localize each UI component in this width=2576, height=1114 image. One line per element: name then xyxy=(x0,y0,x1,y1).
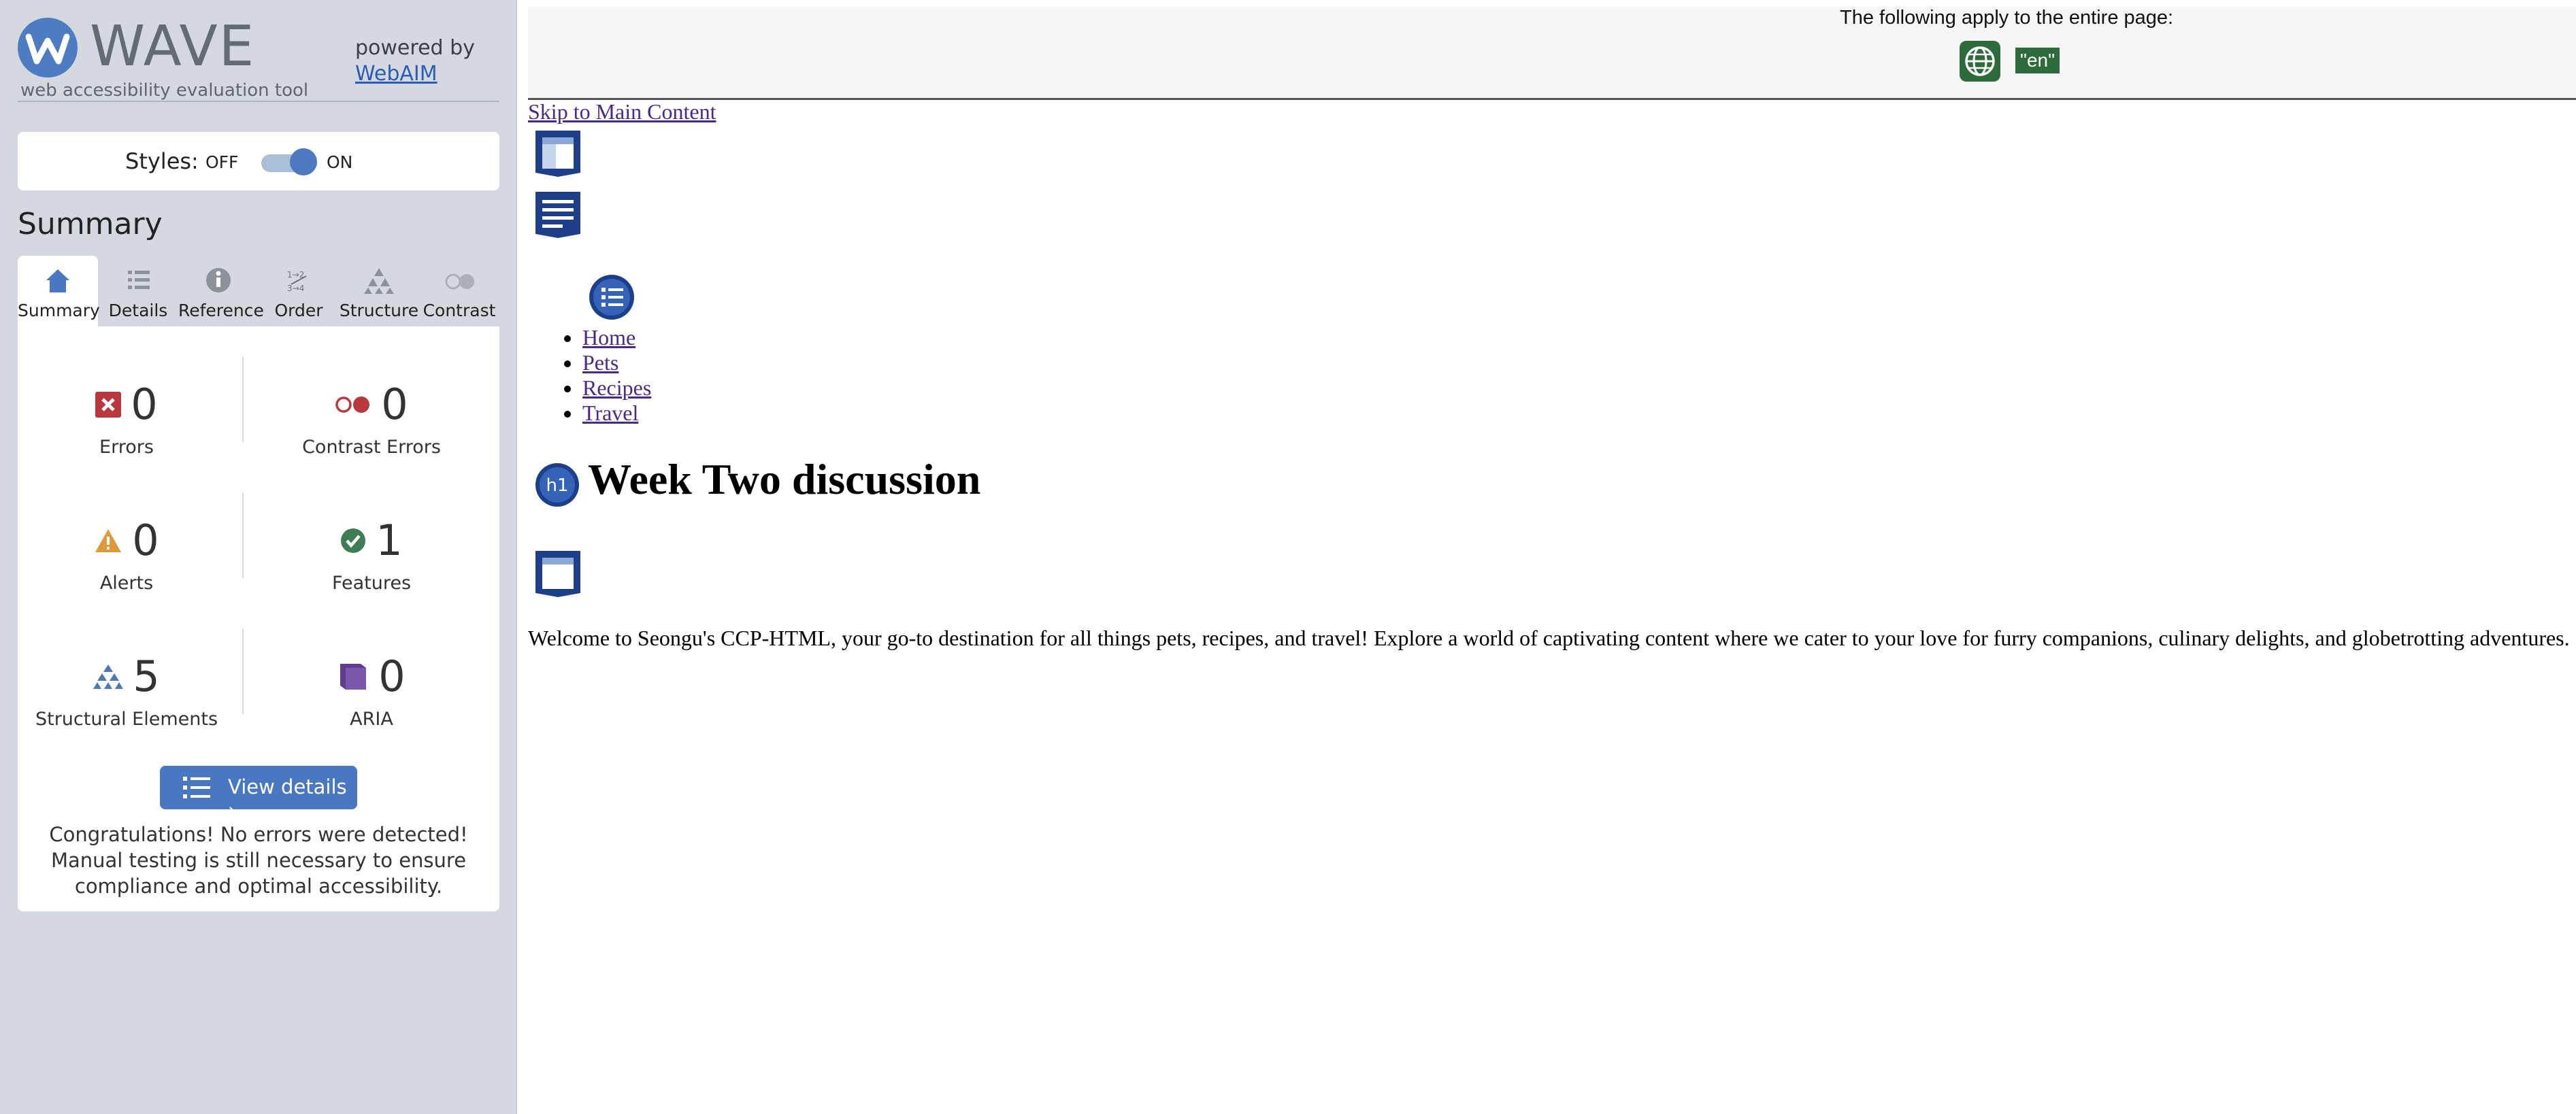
order-icon: 1→2 3→4 xyxy=(259,265,339,295)
h1-badge-text: h1 xyxy=(546,475,568,496)
wave-logo-icon xyxy=(18,18,78,78)
stat-structural-elements[interactable]: 5 Structural Elements xyxy=(18,653,235,730)
toggle-knob xyxy=(290,148,317,175)
tab-summary-label: Summary xyxy=(18,301,100,320)
stat-contrast-errors[interactable]: 0 Contrast Errors xyxy=(263,381,480,458)
feature-check-icon xyxy=(341,528,366,553)
intro-paragraph: Welcome to Seongu's CCP-HTML, your go-to… xyxy=(528,626,2570,650)
tab-order[interactable]: 1→2 3→4 Order xyxy=(259,256,339,326)
tab-summary[interactable]: Summary xyxy=(18,256,100,326)
stat-alerts[interactable]: 0 Alerts xyxy=(18,517,235,594)
tab-details-label: Details xyxy=(108,301,168,320)
wave-sidebar: WAVE web accessibility evaluation tool p… xyxy=(0,0,517,1114)
errors-count: 0 xyxy=(131,379,158,429)
site-navigation: Home Pets Recipes Travel xyxy=(563,325,651,426)
stat-errors[interactable]: 0 Errors xyxy=(18,381,235,458)
divider xyxy=(242,492,244,578)
nav-link-home[interactable]: Home xyxy=(582,325,635,350)
divider xyxy=(242,356,244,442)
nav-link-travel[interactable]: Travel xyxy=(582,401,638,425)
styles-on-label: ON xyxy=(327,152,353,172)
structure-icon xyxy=(93,664,124,689)
nav-link-pets[interactable]: Pets xyxy=(582,350,618,375)
wave-logo-subtitle: web accessibility evaluation tool xyxy=(20,80,309,101)
summary-panel: 0 Errors 0 Contrast Errors 0 Alerts 1 Fe… xyxy=(18,326,499,911)
tab-bar: Summary Details Reference 1→2 3→4 Order … xyxy=(18,256,499,326)
styles-off-label: OFF xyxy=(205,152,239,172)
nav-link-recipes[interactable]: Recipes xyxy=(582,375,651,400)
structural-count: 5 xyxy=(133,652,160,701)
heading-h1-icon[interactable]: h1 xyxy=(535,462,580,507)
styles-toggle[interactable] xyxy=(260,148,320,175)
nav-item-home: Home xyxy=(563,325,651,350)
stat-aria[interactable]: 0 ARIA xyxy=(263,653,480,730)
unordered-list-icon[interactable] xyxy=(588,273,635,321)
page-wide-annotations: The following apply to the entire page: … xyxy=(528,7,2576,100)
tab-reference-label: Reference xyxy=(178,301,264,320)
contrast-errors-label: Contrast Errors xyxy=(302,437,441,458)
webaim-link[interactable]: WebAIM xyxy=(355,62,437,86)
features-label: Features xyxy=(331,573,412,594)
errors-label: Errors xyxy=(99,437,154,458)
tab-reference[interactable]: Reference xyxy=(178,256,264,326)
language-badge[interactable]: "en" xyxy=(2015,48,2060,73)
nav-item-recipes: Recipes xyxy=(563,375,651,401)
summary-message: Congratulations! No errors were detected… xyxy=(49,823,468,898)
view-details-label: View details › xyxy=(228,775,347,822)
aria-icon xyxy=(340,664,367,690)
page-wide-label: The following apply to the entire page: xyxy=(1840,7,2174,29)
alerts-label: Alerts xyxy=(99,573,154,594)
aria-count: 0 xyxy=(378,652,406,701)
language-globe-icon[interactable] xyxy=(1960,41,2000,82)
skip-to-main-link[interactable]: Skip to Main Content xyxy=(528,99,716,124)
powered-by-label: powered by xyxy=(355,36,475,60)
wave-logo-text: WAVE xyxy=(90,14,256,79)
features-count: 1 xyxy=(376,516,403,565)
info-icon xyxy=(178,265,259,295)
alert-icon xyxy=(95,529,122,552)
panel-title: Summary xyxy=(18,207,163,241)
contrast-errors-count: 0 xyxy=(381,379,408,429)
tab-structure[interactable]: Structure xyxy=(339,256,419,326)
styles-toggle-panel: Styles: OFF ON xyxy=(18,132,499,190)
navigation-region-icon[interactable] xyxy=(534,190,582,239)
tab-order-label: Order xyxy=(274,301,323,320)
alerts-count: 0 xyxy=(132,516,159,565)
contrast-error-icon xyxy=(335,396,370,413)
tab-details[interactable]: Details xyxy=(98,256,178,326)
tab-contrast[interactable]: Contrast xyxy=(419,256,499,326)
structure-icon xyxy=(339,265,419,295)
tab-contrast-label: Contrast xyxy=(423,301,496,320)
header-region-icon[interactable] xyxy=(534,129,582,178)
structural-label: Structural Elements xyxy=(35,709,218,730)
aria-label: ARIA xyxy=(350,709,393,730)
home-icon xyxy=(18,265,98,295)
stat-features[interactable]: 1 Features xyxy=(263,517,480,594)
page-heading: Week Two discussion xyxy=(588,455,981,503)
svg-text:3→4: 3→4 xyxy=(287,284,304,293)
nav-item-pets: Pets xyxy=(563,350,651,375)
list-icon xyxy=(98,265,178,295)
list-icon xyxy=(183,777,210,798)
styles-label: Styles: xyxy=(125,148,199,174)
contrast-icon xyxy=(419,265,499,295)
main-region-icon[interactable] xyxy=(534,550,582,598)
tab-structure-label: Structure xyxy=(339,301,419,320)
powered-by: powered by WebAIM xyxy=(355,35,475,87)
divider xyxy=(242,628,244,714)
wave-logo-header: WAVE web accessibility evaluation tool p… xyxy=(18,15,499,102)
view-details-button[interactable]: View details › xyxy=(160,766,357,822)
nav-item-travel: Travel xyxy=(563,401,651,426)
error-icon xyxy=(95,392,122,418)
